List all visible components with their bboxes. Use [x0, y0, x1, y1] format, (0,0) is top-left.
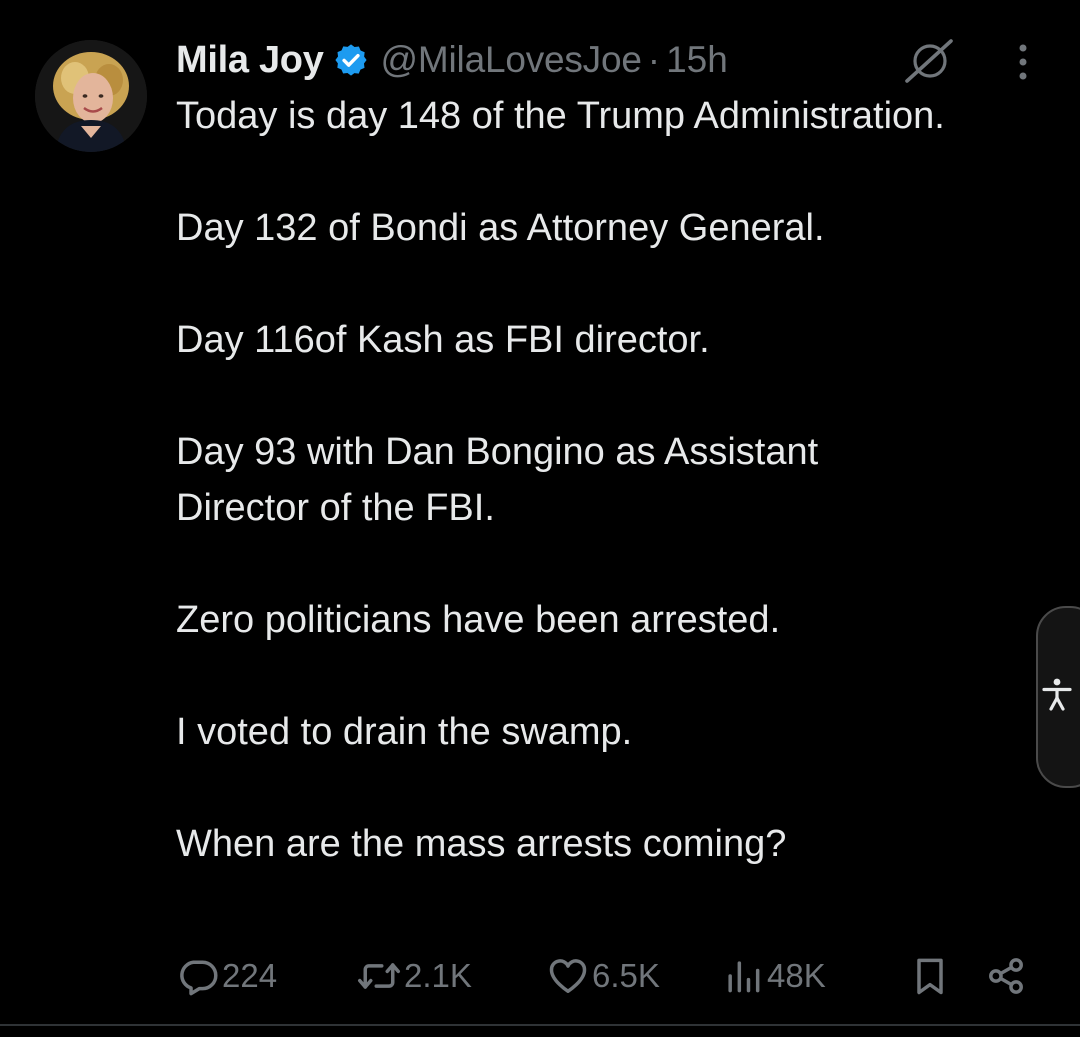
body-line: I voted to drain the swamp. — [176, 711, 633, 753]
views-icon — [721, 954, 765, 998]
divider — [0, 1024, 1080, 1026]
author-handle[interactable]: @MilaLovesJoe — [381, 39, 642, 81]
post-time[interactable]: 15h — [666, 39, 728, 81]
views-count: 48K — [767, 957, 826, 994]
reply-count: 224 — [222, 957, 278, 994]
body-line: When are the mass arrests coming? — [176, 823, 787, 865]
body-line: Day 132 of Bondi as Attorney General. — [176, 207, 825, 249]
verified-badge-icon — [333, 42, 369, 78]
like-button[interactable]: 6.5K — [546, 948, 660, 1004]
body-line: Day 116of Kash as FBI director. — [176, 319, 710, 361]
repost-button[interactable]: 2.1K — [356, 948, 472, 1004]
like-count: 6.5K — [592, 957, 660, 994]
bookmark-icon — [908, 954, 952, 998]
heart-icon — [546, 954, 590, 998]
author-name[interactable]: Mila Joy — [176, 39, 324, 82]
share-icon — [984, 954, 1028, 998]
share-button[interactable] — [984, 948, 1028, 1004]
body-line: Zero politicians have been arrested. — [176, 599, 781, 641]
repost-count: 2.1K — [404, 957, 472, 994]
bookmark-button[interactable] — [908, 948, 952, 1004]
views-button[interactable]: 48K — [721, 948, 826, 1004]
header-separator: · — [647, 39, 661, 80]
accessibility-icon[interactable] — [1036, 674, 1078, 716]
tweet-body: Today is day 148 of the Trump Administra… — [176, 88, 956, 872]
reply-button[interactable]: 224 — [176, 948, 277, 1004]
body-line: Today is day 148 of the Trump Administra… — [176, 95, 945, 137]
avatar[interactable] — [35, 40, 147, 152]
tweet-header: Mila Joy @MilaLovesJoe · 15h — [176, 36, 728, 84]
tweet[interactable]: Mila Joy @MilaLovesJoe · 15h Today is da… — [0, 0, 1080, 1037]
repost-icon — [356, 954, 402, 998]
more-vertical-icon[interactable] — [1010, 42, 1036, 82]
action-bar: 224 2.1K 6.5K 48K — [176, 948, 1036, 1004]
grok-icon[interactable] — [902, 38, 956, 84]
body-line: Day 93 with Dan Bongino as Assistant Dir… — [176, 431, 819, 529]
reply-icon — [176, 954, 220, 998]
